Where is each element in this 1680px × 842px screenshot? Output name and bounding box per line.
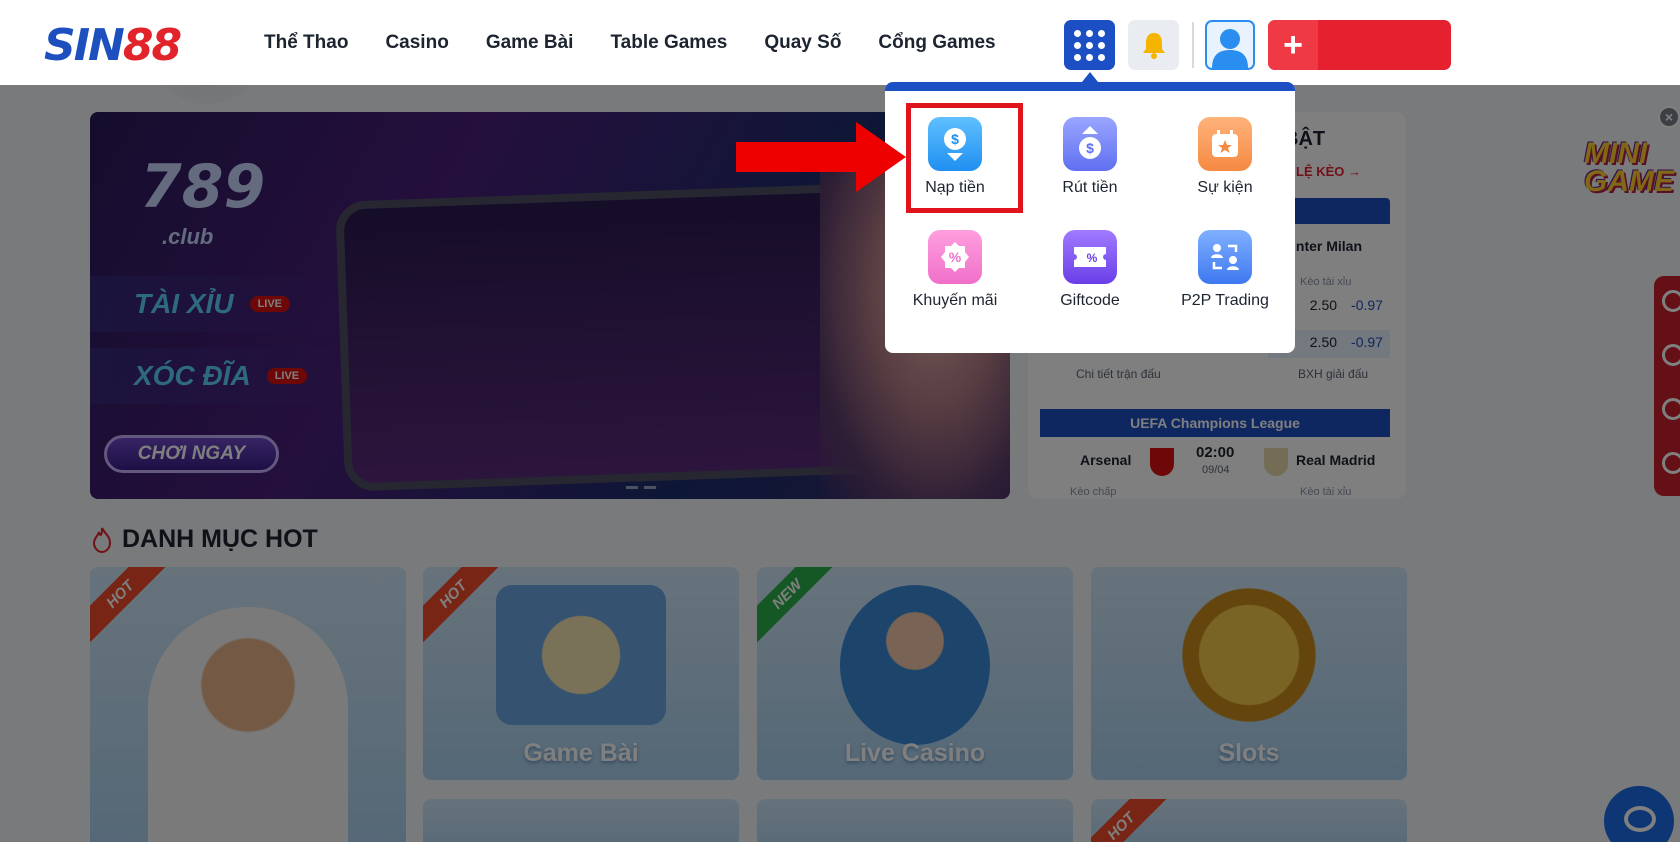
sin88-logo[interactable]: SIN88 [44, 4, 262, 104]
svg-text:%: % [1087, 251, 1098, 265]
highlight-box [906, 103, 1023, 213]
ticket-icon: % [1063, 230, 1117, 284]
menu-top-bar [885, 82, 1295, 91]
withdraw-icon: $ [1063, 117, 1117, 171]
apps-grid-button[interactable] [1064, 20, 1115, 70]
bell-icon [1142, 33, 1165, 59]
p2p-icon [1198, 230, 1252, 284]
logo-sin: SIN [44, 20, 125, 71]
menu-item-su-kien[interactable]: Sự kiện [1166, 105, 1284, 201]
red-arrow-icon [736, 122, 906, 192]
main-nav: Thể Thao Casino Game Bài Table Games Qua… [264, 0, 996, 85]
menu-item-p2p-trading[interactable]: P2P Trading [1166, 218, 1284, 314]
modal-overlay[interactable] [0, 85, 1680, 842]
account-button[interactable] [1205, 20, 1255, 70]
user-icon [1212, 29, 1248, 68]
nav-the-thao[interactable]: Thể Thao [264, 32, 348, 54]
menu-item-rut-tien[interactable]: $ Rút tiền [1031, 105, 1149, 201]
notification-button[interactable] [1128, 20, 1179, 70]
menu-item-label: Rút tiền [1062, 179, 1118, 196]
svg-text:$: $ [1086, 140, 1094, 156]
menu-item-label: Sự kiện [1197, 179, 1253, 196]
menu-item-khuyen-mai[interactable]: % Khuyến mãi [896, 218, 1014, 314]
menu-item-giftcode[interactable]: % Giftcode [1031, 218, 1149, 314]
apps-grid-icon [1074, 29, 1081, 37]
apps-menu-caret [1082, 72, 1098, 82]
menu-item-label: Khuyến mãi [912, 292, 998, 309]
nav-table-games[interactable]: Table Games [610, 32, 727, 54]
calendar-star-icon [1198, 117, 1252, 171]
menu-item-label: P2P Trading [1181, 292, 1269, 309]
nav-quay-so[interactable]: Quay Số [764, 32, 841, 54]
logo-88: 88 [122, 20, 182, 71]
header-divider [1192, 22, 1194, 68]
nav-casino[interactable]: Casino [385, 32, 448, 54]
svg-text:%: % [949, 249, 962, 265]
header-deposit-button[interactable]: + [1268, 20, 1451, 70]
nav-game-bai[interactable]: Game Bài [486, 32, 574, 54]
menu-item-label: Giftcode [1060, 292, 1120, 309]
plus-icon: + [1268, 20, 1318, 70]
site-header: SIN88 Thể Thao Casino Game Bài Table Gam… [0, 0, 1680, 104]
nav-cong-games[interactable]: Cổng Games [878, 32, 995, 54]
promo-icon: % [928, 230, 982, 284]
